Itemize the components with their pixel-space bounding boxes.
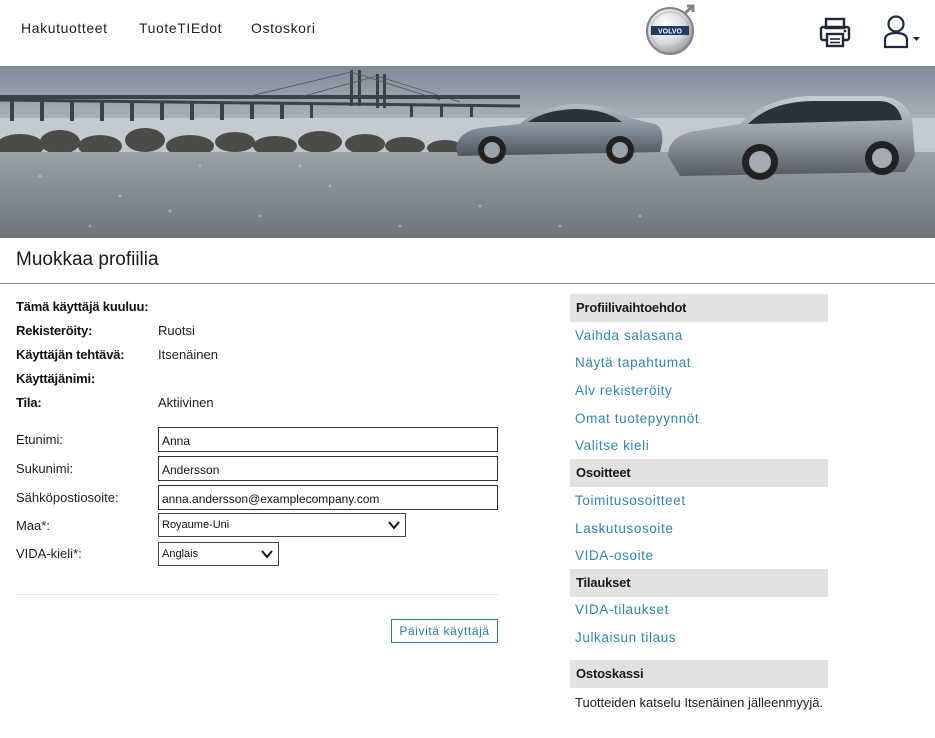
sidebar-link-select-language[interactable]: Valitse kieli [575, 438, 649, 453]
sidebar-link-vida-address[interactable]: VIDA-osoite [575, 548, 654, 563]
vida-language-label: VIDA-kieli*: [16, 546, 82, 561]
info-value-status: Aktiivinen [158, 395, 214, 410]
sidebar-heading-addresses: Osoitteet [570, 459, 828, 487]
hero-banner [0, 66, 935, 238]
info-value-registered: Ruotsi [158, 323, 195, 338]
chevron-down-icon [913, 37, 920, 41]
vida-language-select-value: Anglais [162, 548, 199, 560]
sidebar-link-show-events[interactable]: Näytä tapahtumat [575, 355, 691, 370]
sidebar-link-vida-orders[interactable]: VIDA-tilaukset [575, 602, 669, 617]
top-bar: Hakutuotteet TuoteTIEdot Ostoskori VOLVO [0, 0, 935, 66]
title-divider [0, 283, 935, 284]
sidebar-link-publication-order[interactable]: Julkaisun tilaus [575, 630, 676, 645]
info-label-status: Tila: [16, 395, 42, 410]
sidebar-link-my-product-requests[interactable]: Omat tuotepyynnöt [575, 411, 699, 426]
chevron-down-icon [388, 521, 400, 530]
info-label-registered: Rekisteröity: [16, 323, 93, 338]
info-label-user-role: Käyttäjän tehtävä: [16, 347, 125, 362]
form-divider [16, 594, 498, 595]
chevron-down-icon [261, 550, 273, 559]
country-select-value: Royaume-Uni [162, 519, 230, 531]
sidebar-heading-profile-options: Profiilivaihtoehdot [570, 294, 828, 322]
last-name-input[interactable] [158, 456, 498, 481]
info-label-belongs-to: Tämä käyttäjä kuuluu: [16, 299, 149, 314]
volvo-logo-text: VOLVO [658, 29, 683, 36]
user-icon[interactable] [882, 14, 924, 50]
update-user-button[interactable]: Päivitä käyttäjä [391, 619, 498, 643]
sidebar-link-billing-address[interactable]: Laskutusosoite [575, 521, 673, 536]
country-label: Maa*: [16, 518, 50, 533]
page-title: Muokkaa profiilia [16, 249, 159, 270]
sidebar-heading-orders: Tilaukset [570, 569, 828, 597]
nav-item-hakutuotteet[interactable]: Hakutuotteet [21, 20, 108, 36]
vida-language-select[interactable]: Anglais [158, 542, 279, 566]
first-name-label: Etunimi: [16, 432, 63, 447]
first-name-input[interactable] [158, 427, 498, 452]
nav-item-tuotetiedot[interactable]: TuoteTIEdot [139, 20, 222, 36]
last-name-label: Sukunimi: [16, 461, 74, 476]
sidebar-link-change-password[interactable]: Vaihda salasana [575, 328, 683, 343]
sidebar-link-vat-registered[interactable]: Alv rekisteröity [575, 383, 672, 398]
country-select[interactable]: Royaume-Uni [158, 513, 406, 537]
info-value-user-role: Itsenäinen [158, 347, 218, 362]
sidebar-heading-shopping-bag: Ostoskassi [570, 660, 828, 688]
sidebar-cart-text: Tuotteiden katselu Itsenäinen jälleenmyy… [575, 695, 824, 710]
info-label-username: Käyttäjänimi: [16, 371, 96, 386]
email-input[interactable] [158, 485, 498, 510]
nav-item-ostoskori[interactable]: Ostoskori [251, 20, 316, 36]
printer-icon[interactable] [818, 16, 854, 50]
volvo-logo[interactable]: VOLVO [645, 4, 699, 56]
sidebar-link-delivery-addresses[interactable]: Toimitusosoitteet [575, 493, 686, 508]
email-label: Sähköpostiosoite: [16, 490, 119, 505]
